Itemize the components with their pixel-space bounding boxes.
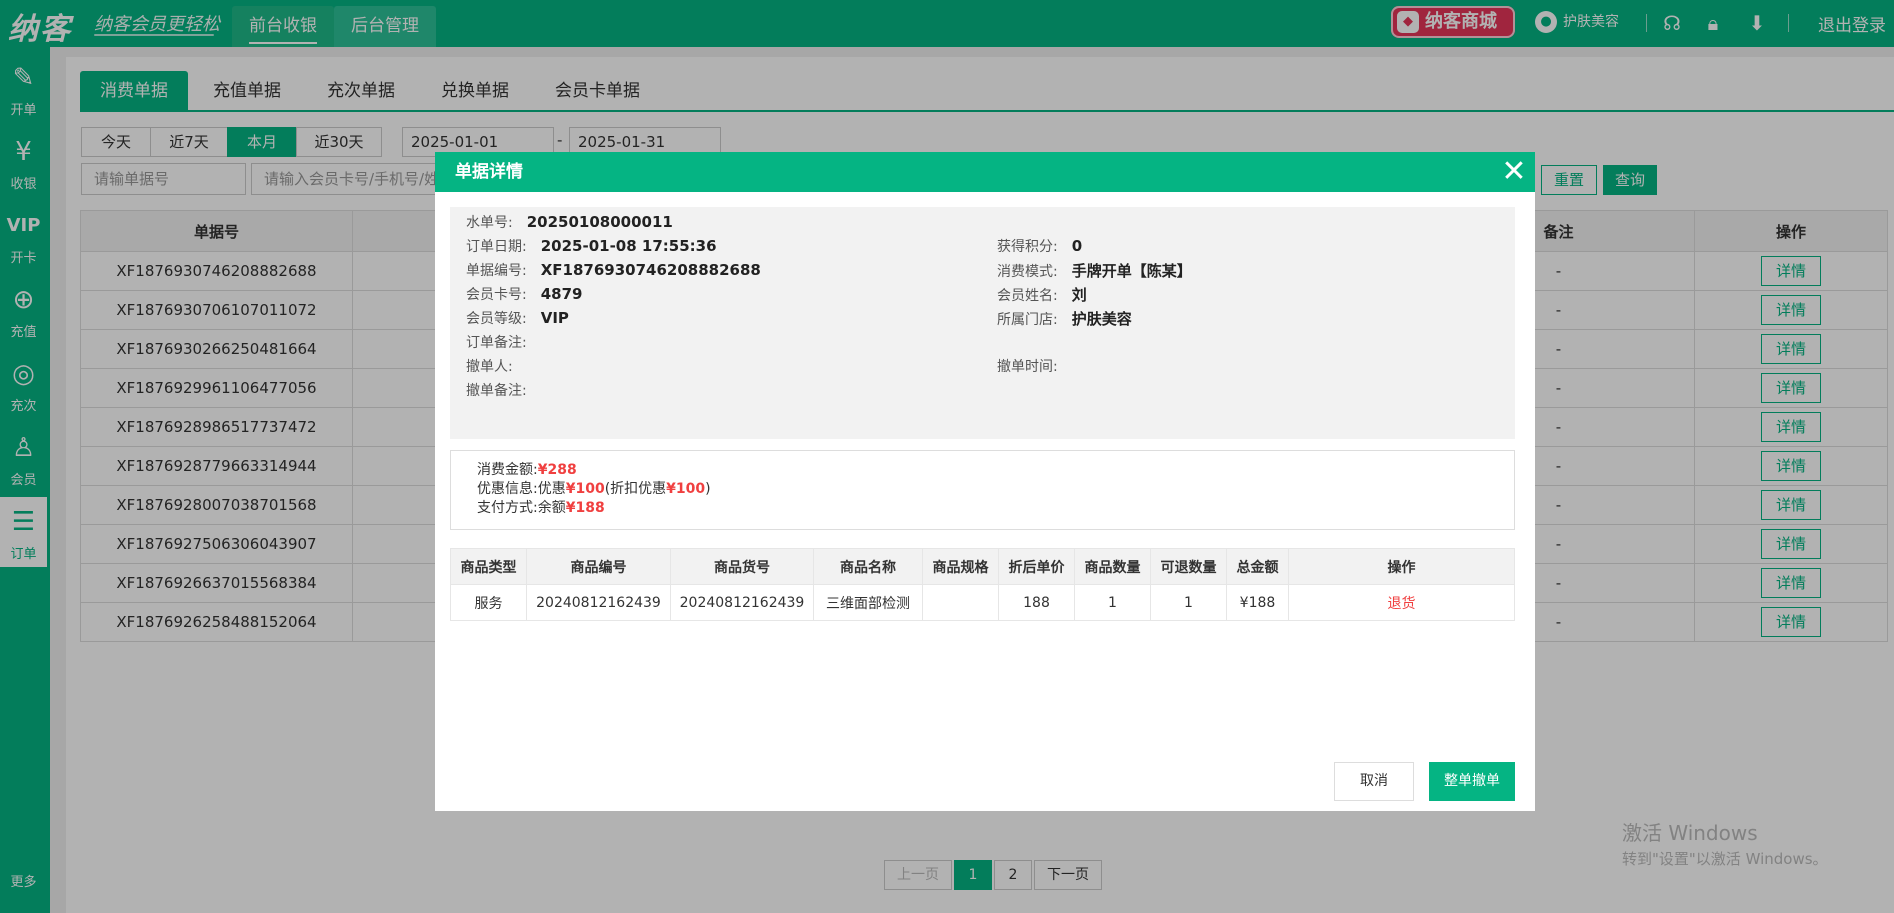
card-no-row: 会员卡号: 4879 [466, 284, 582, 304]
points-value: 0 [1071, 237, 1083, 255]
item-action: 退货 [1288, 584, 1515, 621]
card-no-value: 4879 [540, 285, 583, 303]
item-qty: 1 [1074, 584, 1151, 621]
order-date-value: 2025-01-08 17:55:36 [540, 237, 717, 255]
payment-method-amount: ¥188 [565, 500, 605, 516]
order-no-value: XF1876930746208882688 [540, 261, 761, 279]
col-item-qty: 商品数量 [1074, 548, 1151, 585]
discount-detail-open: (折扣优惠 [604, 481, 667, 497]
payment-method-value: 余额 [537, 500, 566, 516]
discount-amount: ¥100 [565, 481, 605, 497]
items-table: 商品类型 商品编号 商品货号 商品名称 商品规格 折后单价 商品数量 可退数量 … [450, 548, 1515, 621]
col-item-price: 折后单价 [998, 548, 1075, 585]
col-item-spec: 商品规格 [922, 548, 999, 585]
return-item-link[interactable]: 退货 [1388, 596, 1416, 612]
modal-title: 单据详情 [455, 162, 523, 182]
mode-value: 手牌开单【陈某】 [1071, 262, 1192, 280]
revoke-order-button[interactable]: 整单撤单 [1429, 762, 1515, 801]
amount-value: ¥288 [537, 462, 577, 478]
discount-row: 优惠信息:优惠¥100(折扣优惠¥100) [477, 480, 1488, 499]
item-total: ¥188 [1226, 584, 1289, 621]
discount-detail-close: ) [705, 481, 711, 497]
revoke-time-label: 撤单时间: [997, 359, 1058, 375]
receipt-detail-modal: 单据详情 ✕ 水单号: 20250108000011 订单日期: 2025-01-0… [435, 152, 1535, 811]
store-value: 护肤美容 [1071, 310, 1132, 328]
item-name: 三维面部检测 [813, 584, 923, 621]
item-code: 20240812162439 [526, 584, 671, 621]
amount-label: 消费金额: [477, 462, 538, 478]
item-price: 188 [998, 584, 1075, 621]
serial-no-row: 水单号: 20250108000011 [466, 212, 673, 232]
revoke-remark-label: 撤单备注: [466, 383, 527, 399]
modal-header: 单据详情 ✕ [435, 152, 1535, 192]
discount-prefix: 优惠 [537, 481, 566, 497]
item-type: 服务 [450, 584, 527, 621]
mode-label: 消费模式: [997, 264, 1058, 280]
order-remark-label: 订单备注: [466, 335, 527, 351]
payment-method-label: 支付方式: [477, 500, 538, 516]
member-name-value: 刘 [1071, 286, 1087, 304]
order-no-row: 单据编号: XF1876930746208882688 [466, 260, 761, 280]
col-item-action: 操作 [1288, 548, 1515, 585]
item-sku: 20240812162439 [670, 584, 814, 621]
member-level-value: VIP [540, 309, 569, 327]
close-icon[interactable]: ✕ [1498, 156, 1530, 188]
col-item-code: 商品编号 [526, 548, 671, 585]
member-level-label: 会员等级: [466, 311, 527, 327]
revoker-label: 撤单人: [466, 359, 513, 375]
col-item-type: 商品类型 [450, 548, 527, 585]
member-name-label: 会员姓名: [997, 288, 1058, 304]
order-no-label: 单据编号: [466, 263, 527, 279]
col-item-sku: 商品货号 [670, 548, 814, 585]
store-label: 所属门店: [997, 312, 1058, 328]
col-item-name: 商品名称 [813, 548, 923, 585]
col-item-total: 总金额 [1226, 548, 1289, 585]
points-label: 获得积分: [997, 239, 1058, 255]
serial-no-value: 20250108000011 [526, 213, 673, 231]
payment-method-row: 支付方式:余额¥188 [477, 499, 1488, 518]
member-name-row: 会员姓名: 刘 [997, 284, 1087, 305]
order-date-label: 订单日期: [466, 239, 527, 255]
items-table-header: 商品类型 商品编号 商品货号 商品名称 商品规格 折后单价 商品数量 可退数量 … [450, 548, 1515, 585]
amount-row: 消费金额:¥288 [477, 461, 1488, 480]
serial-no-label: 水单号: [466, 215, 513, 231]
member-level-row: 会员等级: VIP [466, 308, 569, 328]
card-no-label: 会员卡号: [466, 287, 527, 303]
payment-summary: 消费金额:¥288 优惠信息:优惠¥100(折扣优惠¥100) 支付方式:余额¥… [450, 450, 1515, 530]
item-refundable: 1 [1150, 584, 1227, 621]
points-row: 获得积分: 0 [997, 236, 1082, 256]
cancel-button[interactable]: 取消 [1334, 762, 1414, 801]
order-info-panel: 水单号: 20250108000011 订单日期: 2025-01-08 17:55… [450, 207, 1515, 439]
item-spec [922, 584, 999, 621]
col-item-refundable: 可退数量 [1150, 548, 1227, 585]
mode-row: 消费模式: 手牌开单【陈某】 [997, 260, 1192, 281]
table-row: 服务 20240812162439 20240812162439 三维面部检测 … [450, 584, 1515, 621]
order-date-row: 订单日期: 2025-01-08 17:55:36 [466, 236, 717, 256]
discount-detail-amount: ¥100 [666, 481, 706, 497]
discount-label: 优惠信息: [477, 481, 538, 497]
store-row: 所属门店: 护肤美容 [997, 308, 1132, 329]
